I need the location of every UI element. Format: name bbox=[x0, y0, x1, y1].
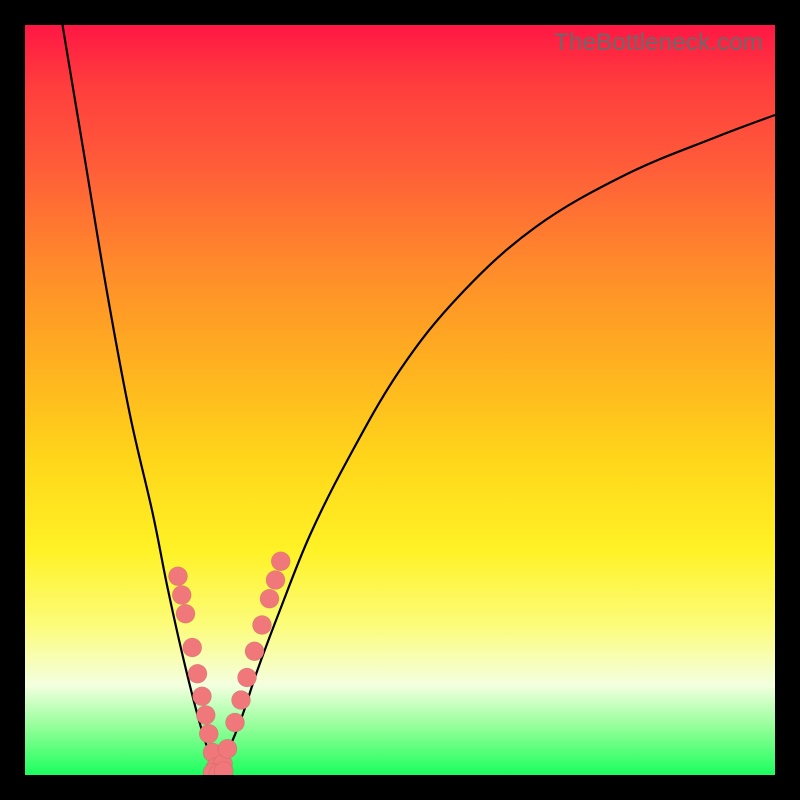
bead-marker bbox=[188, 664, 207, 683]
bead-marker bbox=[245, 642, 264, 661]
bead-marker bbox=[193, 687, 212, 706]
chart-svg bbox=[25, 25, 775, 775]
bead-marker bbox=[196, 706, 215, 725]
bead-marker bbox=[253, 616, 272, 635]
bead-marker bbox=[176, 604, 195, 623]
bead-marker bbox=[169, 567, 188, 586]
bead-marker bbox=[260, 589, 279, 608]
curve-right bbox=[216, 115, 775, 775]
bead-marker bbox=[238, 668, 257, 687]
bead-marker bbox=[232, 691, 251, 710]
bead-marker bbox=[172, 586, 191, 605]
bead-marker bbox=[226, 713, 245, 732]
bead-marker bbox=[199, 724, 218, 743]
bead-marker bbox=[218, 739, 237, 758]
curve-left bbox=[63, 25, 217, 775]
plot-area: TheBottleneck.com bbox=[25, 25, 775, 775]
bead-marker bbox=[183, 638, 202, 657]
bead-marker bbox=[271, 552, 290, 571]
bead-marker bbox=[266, 571, 285, 590]
